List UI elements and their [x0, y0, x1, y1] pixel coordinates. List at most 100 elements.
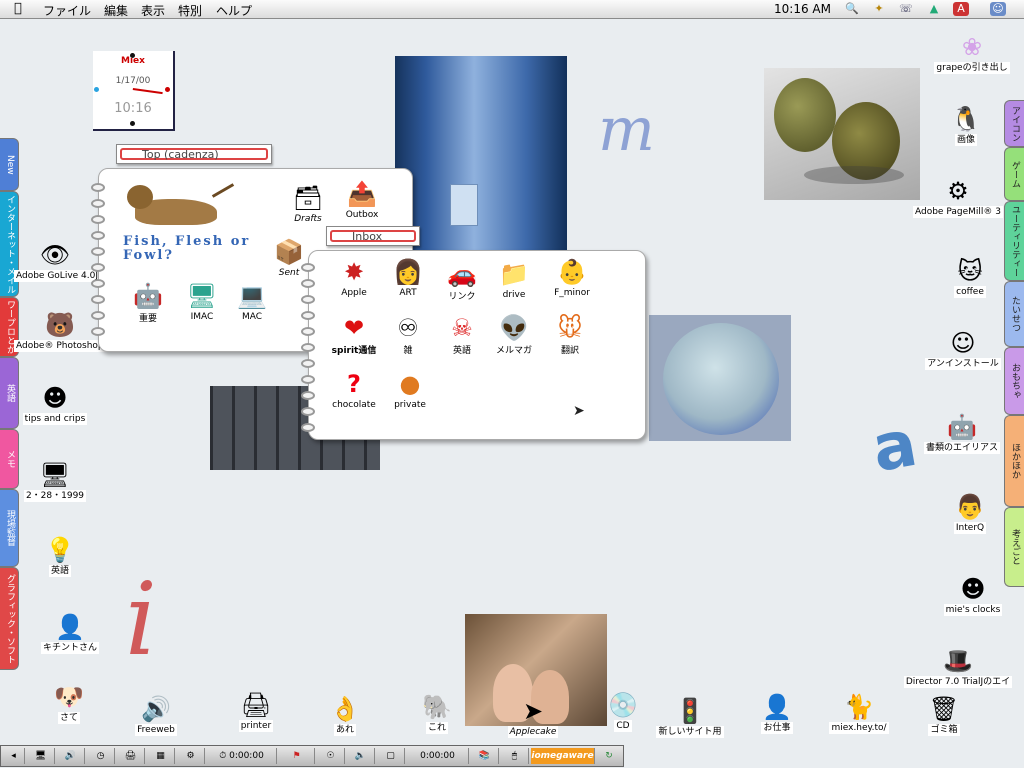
phone-icon[interactable]: ☏	[898, 2, 914, 16]
work-icon[interactable]: 👤 お仕事	[752, 692, 802, 734]
lion-illustration	[127, 179, 237, 235]
finder-app-icon[interactable]: ☺	[990, 2, 1006, 16]
are-icon[interactable]: 👌 あれ	[320, 694, 370, 736]
strip-volume-icon[interactable]: 🔈	[347, 748, 375, 764]
apple-menu-icon[interactable]: 	[14, 1, 22, 16]
assistant-icon[interactable]: ✦	[871, 2, 887, 16]
inbox-folder-misc[interactable]: ♾ 雑	[379, 313, 437, 356]
applecake-icon[interactable]: ➤ Applecake	[502, 696, 564, 738]
interq-icon[interactable]: 👨 InterQ	[940, 492, 1000, 534]
strip-flag-icon[interactable]: ⚑	[279, 748, 315, 764]
door-photo	[395, 56, 567, 252]
document-alias-icon[interactable]: 🤖 書類のエイリアス	[920, 412, 1004, 454]
inbox-folder-link[interactable]: 🚗 リンク	[433, 259, 491, 302]
penguins-icon: 🐧	[951, 105, 981, 133]
inbox-folder-spirit[interactable]: ❤ spirit通信	[325, 313, 383, 356]
tab-english[interactable]: 英語	[0, 357, 19, 429]
menu-special[interactable]: 特別	[178, 2, 202, 19]
window-top-title[interactable]: Top (cadenza)	[116, 144, 272, 164]
tab-icons[interactable]: アイコン	[1004, 100, 1024, 147]
infinity-icon: ♾	[397, 314, 419, 342]
sate-icon[interactable]: 🐶 さて	[44, 682, 94, 724]
freeweb-icon[interactable]: 🔊 Freeweb	[128, 694, 184, 736]
strip-checker-icon[interactable]: ▦	[147, 748, 175, 764]
coffee-icon[interactable]: 🐱 coffee	[940, 256, 1000, 298]
tips-and-crips-icon[interactable]: ☻ tips and crips	[20, 383, 90, 425]
tab-games[interactable]: ゲーム	[1004, 147, 1024, 201]
heart-icon: ❤	[343, 314, 365, 342]
strip-clock-icon[interactable]: ◷	[87, 748, 115, 764]
inbox-folder-drive[interactable]: 📁 drive	[485, 259, 543, 300]
strip-web-sharing-icon[interactable]: ☉	[317, 748, 345, 764]
tab-important[interactable]: たいせつ	[1004, 281, 1024, 347]
menu-file[interactable]: ファイル	[43, 2, 91, 19]
control-strip[interactable]: ◂ 🖥 🔊 ◷ 🖨 ▦ ⚙ ⏱ 0:00:00 ⚑ ☉ 🔈 ▢ 0:00:00 …	[0, 745, 624, 767]
menu-view[interactable]: 表示	[141, 2, 165, 19]
strip-printer-icon[interactable]: 🖨	[117, 748, 145, 764]
question-mark-icon: ?	[347, 370, 361, 398]
inbox-folder-art[interactable]: 👩 ART	[379, 257, 437, 298]
miex-site-icon[interactable]: 🐈 miex.hey.to/	[824, 692, 894, 734]
dog-icon: 🐶	[54, 683, 84, 711]
inbox-folder-private[interactable]: ● private	[381, 369, 439, 410]
printer-icon[interactable]: 🖨 printer	[228, 690, 284, 732]
tab-utilities[interactable]: ユーティリティー	[1004, 201, 1024, 281]
important-mailbox[interactable]: 🤖 重要	[119, 281, 177, 324]
strip-mouse-icon[interactable]: 🖱	[501, 748, 529, 764]
photoshop-glyph-icon: 🐻	[45, 311, 75, 339]
clock-widget[interactable]: Miex 1/17/00 10:16	[93, 51, 175, 131]
tab-warm[interactable]: ほかほか	[1004, 415, 1024, 507]
sent-mailbox[interactable]: 📦 Sent	[269, 237, 309, 278]
strip-extensions-icon[interactable]: ⚙	[177, 748, 205, 764]
inbox-folder-apple[interactable]: ✸ Apple	[325, 257, 383, 298]
grape-drawer-icon[interactable]: ❀ grapeの引き出し	[932, 32, 1012, 74]
strip-iomegaware[interactable]: iomegaware	[531, 748, 595, 764]
golive-icon[interactable]: 👁 Adobe GoLive 4.0J	[14, 240, 101, 282]
strip-timer-2[interactable]: 0:00:00	[407, 748, 469, 764]
strip-toggle-icon[interactable]: ◂	[3, 748, 25, 764]
window-inbox[interactable]: ✸ Apple 👩 ART 🚗 リンク 📁 drive 👶 F_minor ❤ …	[301, 250, 646, 440]
tab-graphic-software[interactable]: グラフィック・ソフト	[0, 567, 19, 670]
mac-mailbox[interactable]: 💻 MAC	[223, 281, 281, 322]
strip-screen-icon[interactable]: ▢	[377, 748, 405, 764]
mouse-cursor-icon: ➤	[573, 403, 585, 419]
inbox-folder-chocolate[interactable]: ? chocolate	[325, 369, 383, 410]
sherlock-icon[interactable]: 🔍	[844, 2, 860, 16]
alien-icon: 👽	[499, 314, 529, 342]
kichinto-icon[interactable]: 👤 キチントさん	[30, 612, 110, 654]
mies-clocks-icon[interactable]: ☻ mie's clocks	[934, 574, 1012, 616]
date-folder-icon[interactable]: 🖥 2・28・1999	[15, 460, 95, 502]
strip-books-icon[interactable]: 📚	[471, 748, 499, 764]
trash-icon[interactable]: 🗑 ゴミ箱	[918, 694, 970, 736]
strip-timer-1[interactable]: ⏱ 0:00:00	[207, 748, 277, 764]
inbox-folder-english[interactable]: ☠ 英語	[433, 313, 491, 356]
menu-edit[interactable]: 編集	[104, 2, 128, 19]
drafts-mailbox[interactable]: 🗃 Drafts	[279, 183, 337, 224]
menubar-clock[interactable]: 10:16 AM	[774, 2, 831, 16]
car-icon: 🚗	[447, 260, 477, 288]
tab-toys[interactable]: おもちゃ	[1004, 347, 1024, 415]
kore-icon[interactable]: 🐘 これ	[412, 692, 462, 734]
black-cat-icon: 🐈	[844, 693, 874, 721]
strip-sync-icon[interactable]: ↻	[597, 748, 621, 764]
acrobat-icon[interactable]: A	[953, 2, 969, 16]
inbox-folder-fminor[interactable]: 👶 F_minor	[543, 257, 601, 298]
cd-icon[interactable]: 💿 CD	[598, 690, 648, 732]
english-folder-icon[interactable]: 💡 英語	[30, 535, 90, 577]
director-alias-icon[interactable]: 🎩 Director 7.0 TrialJのエイ	[896, 646, 1020, 688]
strip-sound-icon[interactable]: 🔊	[57, 748, 85, 764]
network-icon[interactable]: ▲	[926, 2, 942, 16]
images-folder-icon[interactable]: 🐧 画像	[936, 104, 996, 146]
window-inbox-title[interactable]: Inbox	[326, 226, 420, 246]
pagemill-icon[interactable]: ⚙ Adobe PageMill® 3	[912, 176, 1004, 218]
inbox-folder-mailmag[interactable]: 👽 メルマガ	[485, 313, 543, 356]
inbox-folder-translation[interactable]: 🐭 翻訳	[541, 313, 599, 356]
new-site-icon[interactable]: 🚦 新しいサイト用	[652, 696, 728, 738]
cat-icon: 🐱	[957, 257, 983, 285]
menu-help[interactable]: ヘルプ	[216, 2, 252, 19]
uninstall-icon[interactable]: ☺ アンインストール	[922, 328, 1004, 370]
tab-new[interactable]: New	[0, 138, 19, 191]
outbox-mailbox[interactable]: 📤 Outbox	[333, 179, 391, 220]
strip-monitor-icon[interactable]: 🖥	[27, 748, 55, 764]
elephant-icon: 🐘	[422, 693, 452, 721]
